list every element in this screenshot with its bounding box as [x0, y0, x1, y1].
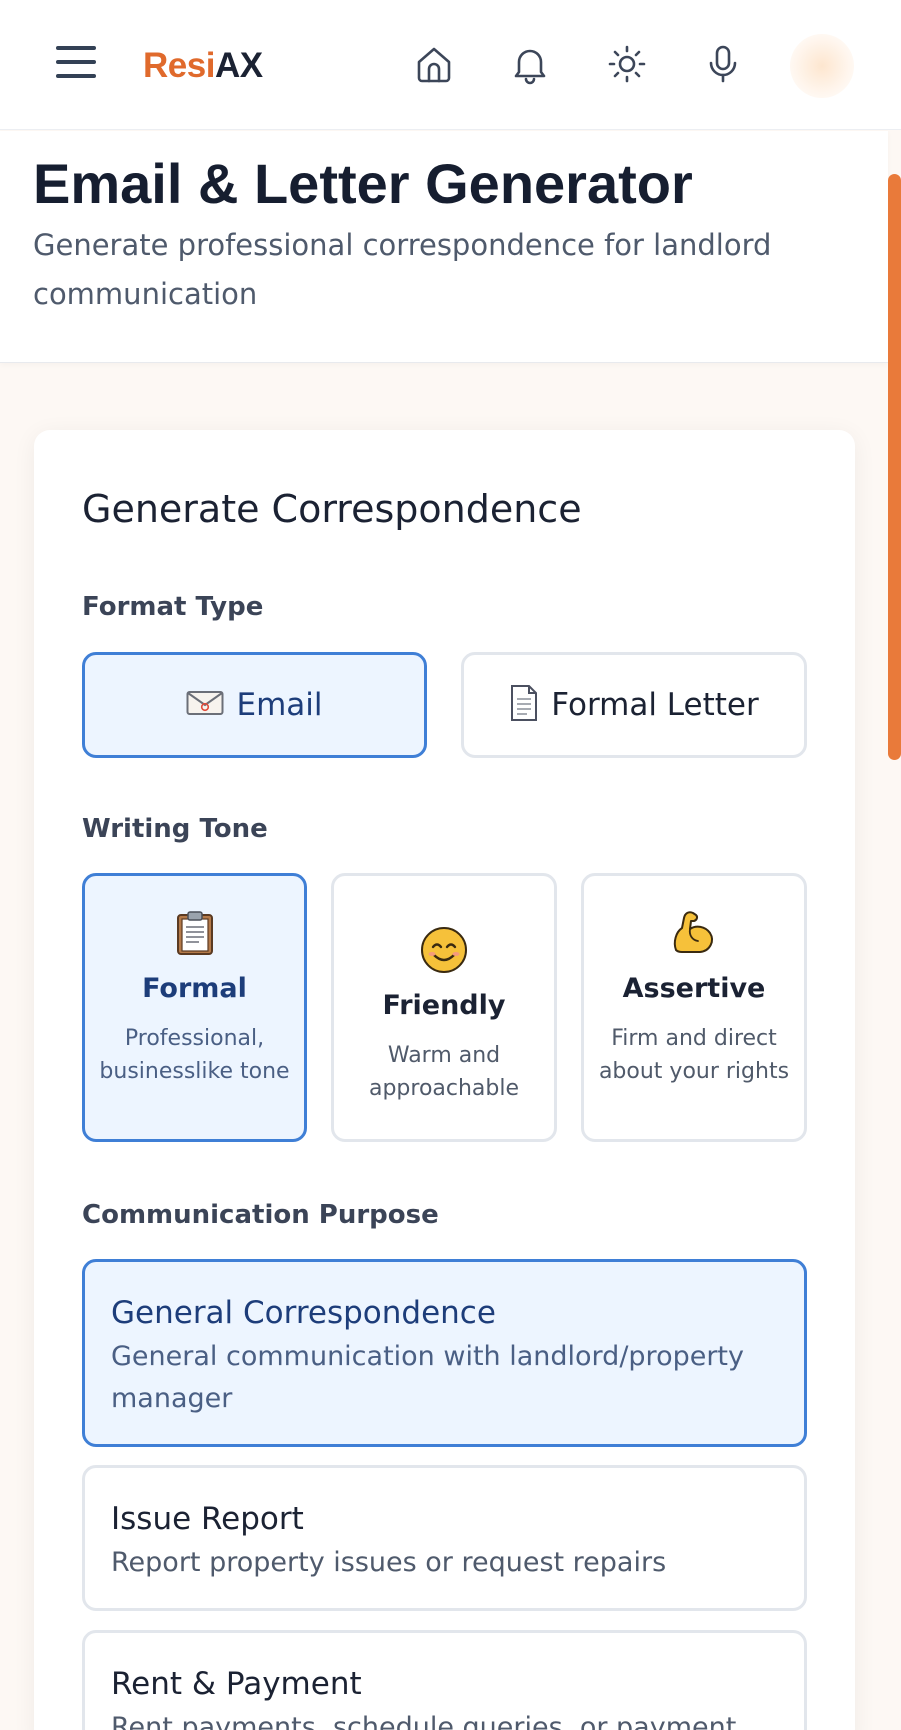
- purpose-issue-report-option[interactable]: Issue Report Report property issues or r…: [82, 1465, 807, 1611]
- correspondence-form-card: Generate Correspondence Format Type Emai…: [34, 430, 855, 1730]
- purpose-issue-report-name: Issue Report: [111, 1501, 304, 1537]
- communication-purpose-label: Communication Purpose: [82, 1200, 439, 1230]
- tone-friendly-name: Friendly: [382, 990, 506, 1021]
- brand-name-part2: AX: [214, 46, 263, 85]
- page-subtitle: Generate professional correspondence for…: [33, 228, 772, 311]
- brand-name-part1: Resi: [143, 46, 215, 85]
- purpose-general-correspondence-name: General Correspondence: [111, 1295, 496, 1331]
- microphone-icon[interactable]: [701, 42, 745, 86]
- menu-icon[interactable]: [56, 46, 96, 82]
- format-formal-letter-label: Formal Letter: [551, 687, 759, 723]
- form-title: Generate Correspondence: [82, 487, 582, 531]
- tone-assertive-name: Assertive: [622, 973, 766, 1004]
- clipboard-icon: [85, 910, 304, 956]
- page-title: Email & Letter Generator: [33, 152, 693, 215]
- document-icon: [509, 684, 539, 726]
- envelope-icon: [186, 688, 224, 722]
- brand-logo[interactable]: ResiAX: [143, 46, 263, 86]
- avatar[interactable]: [790, 34, 854, 98]
- tone-assertive-option[interactable]: Assertive Firm and direct about your rig…: [581, 873, 807, 1142]
- flexed-bicep-icon: [584, 908, 804, 956]
- tone-formal-option[interactable]: Formal Professional, businesslike tone: [82, 873, 307, 1142]
- format-email-option[interactable]: Email: [82, 652, 427, 758]
- sun-icon[interactable]: [605, 42, 649, 86]
- home-icon[interactable]: [412, 42, 456, 86]
- bell-icon[interactable]: [508, 42, 552, 86]
- tone-formal-description: Professional, businesslike tone: [99, 1026, 290, 1084]
- purpose-rent-payment-description: Rent payments, schedule queries, or paym…: [111, 1712, 737, 1730]
- format-formal-letter-option[interactable]: Formal Letter: [461, 652, 807, 758]
- writing-tone-label: Writing Tone: [82, 814, 268, 844]
- purpose-rent-payment-option[interactable]: Rent & Payment Rent payments, schedule q…: [82, 1630, 807, 1730]
- purpose-general-correspondence-option[interactable]: General Correspondence General communica…: [82, 1259, 807, 1447]
- format-type-label: Format Type: [82, 592, 264, 622]
- page-header: Email & Letter Generator Generate profes…: [0, 131, 888, 363]
- tone-formal-name: Formal: [142, 973, 247, 1004]
- smile-icon: [334, 926, 554, 974]
- tone-friendly-description: Warm and approachable: [368, 1043, 520, 1101]
- tone-friendly-option[interactable]: Friendly Warm and approachable: [331, 873, 557, 1142]
- format-email-label: Email: [236, 687, 323, 723]
- top-navigation-bar: ResiAX: [0, 0, 901, 130]
- tone-assertive-description: Firm and direct about your rights: [598, 1026, 790, 1084]
- scrollbar[interactable]: [888, 174, 901, 760]
- purpose-general-correspondence-description: General communication with landlord/prop…: [111, 1341, 744, 1414]
- purpose-issue-report-description: Report property issues or request repair…: [111, 1547, 667, 1578]
- purpose-rent-payment-name: Rent & Payment: [111, 1666, 362, 1702]
